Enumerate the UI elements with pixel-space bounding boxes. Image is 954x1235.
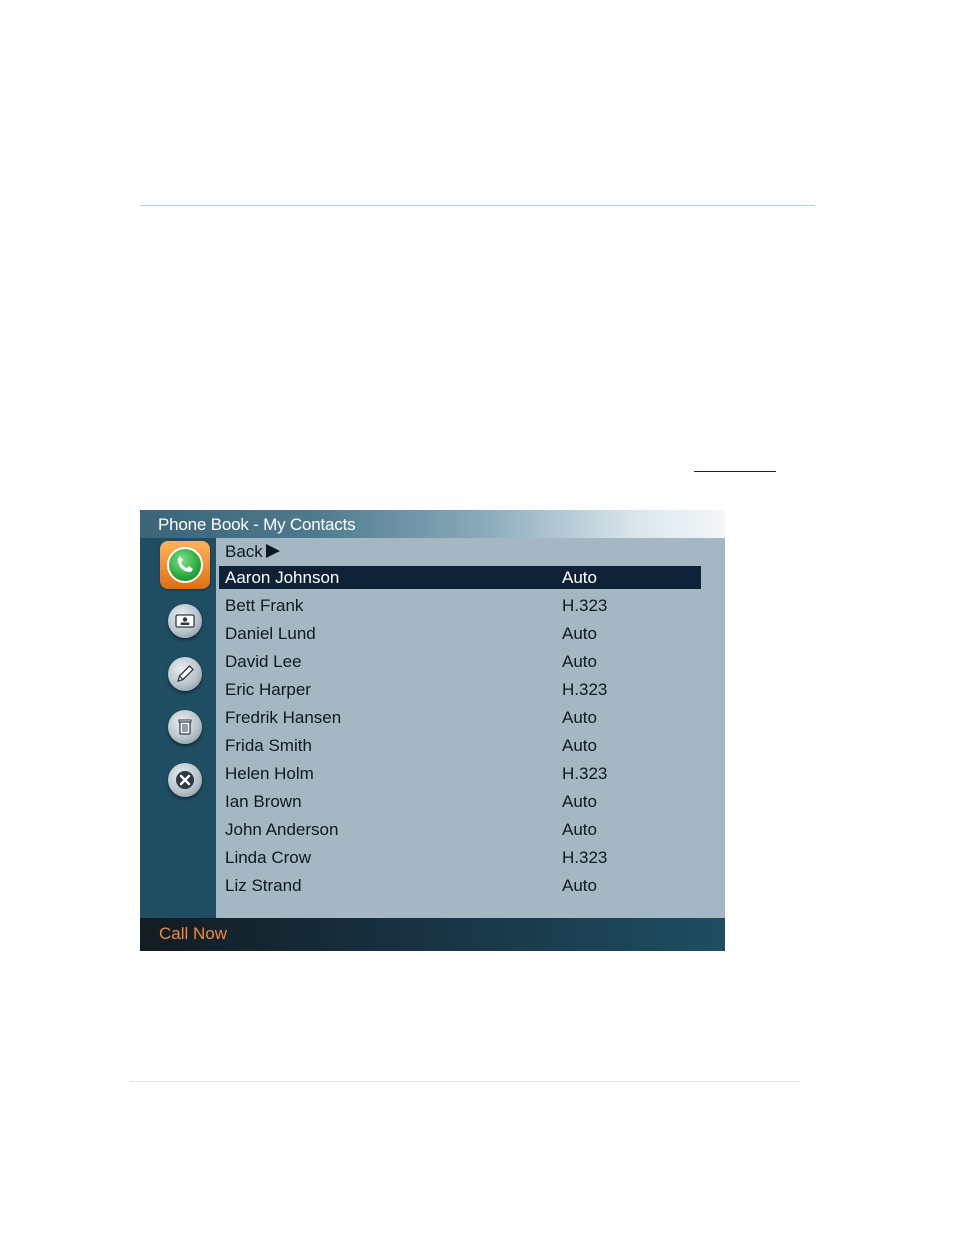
delete-trash-icon — [178, 719, 192, 735]
contact-protocol: Auto — [562, 624, 597, 643]
contact-name: Helen Holm — [225, 764, 314, 783]
edit-pencil-icon — [177, 665, 194, 682]
top-divider — [140, 205, 815, 206]
edit-button[interactable] — [168, 657, 202, 691]
contact-row[interactable]: Eric Harper H.323 — [219, 678, 701, 701]
contact-list: Back Aaron Johnson Auto Bett Frank H.323… — [216, 538, 725, 918]
contact-name: Bett Frank — [225, 596, 304, 615]
delete-button[interactable] — [168, 710, 202, 744]
contact-name: Daniel Lund — [225, 624, 316, 643]
play-arrow-icon — [265, 544, 280, 558]
call-button[interactable] — [160, 541, 210, 589]
contact-protocol: Auto — [562, 652, 597, 671]
contact-row[interactable]: Helen Holm H.323 — [219, 762, 701, 785]
contact-name: Liz Strand — [225, 876, 302, 895]
contact-protocol: H.323 — [562, 848, 608, 867]
contact-protocol: H.323 — [562, 596, 608, 615]
call-icon — [167, 547, 203, 583]
contact-name: Fredrik Hansen — [225, 708, 342, 727]
contact-protocol: Auto — [562, 820, 597, 839]
contact-name: Aaron Johnson — [225, 568, 340, 587]
window-title: Phone Book - My Contacts — [158, 515, 356, 534]
contact-row[interactable]: Bett Frank H.323 — [219, 594, 701, 617]
contact-card-icon — [175, 614, 195, 628]
contact-name: John Anderson — [225, 820, 339, 839]
title-bar: Phone Book - My Contacts — [140, 510, 725, 538]
contact-row[interactable]: Linda Crow H.323 — [219, 846, 701, 869]
contact-name: Ian Brown — [225, 792, 302, 811]
phone-book-screen: Phone Book - My Contacts Back Aaron John… — [140, 510, 725, 951]
status-bar: Call Now — [140, 918, 725, 951]
back-label: Back — [225, 542, 263, 561]
contact-protocol: Auto — [562, 568, 597, 587]
contact-row[interactable]: Aaron Johnson Auto — [219, 566, 701, 589]
contact-row[interactable]: Frida Smith Auto — [219, 734, 701, 757]
call-now-hint: Call Now — [159, 924, 228, 943]
contact-name: Eric Harper — [225, 680, 311, 699]
bottom-divider — [130, 1081, 800, 1082]
contact-row[interactable]: Liz Strand Auto — [219, 874, 701, 897]
contact-protocol: Auto — [562, 736, 597, 755]
contact-protocol: H.323 — [562, 764, 608, 783]
contact-protocol: Auto — [562, 876, 597, 895]
contact-name: David Lee — [225, 652, 302, 671]
contact-name: Frida Smith — [225, 736, 312, 755]
contact-name: Linda Crow — [225, 848, 311, 867]
contact-row[interactable]: Fredrik Hansen Auto — [219, 706, 701, 729]
contact-protocol: Auto — [562, 792, 597, 811]
contact-row[interactable]: Daniel Lund Auto — [219, 622, 701, 645]
close-button[interactable] — [168, 763, 202, 797]
contact-row[interactable]: John Anderson Auto — [219, 818, 701, 841]
contact-row[interactable]: Ian Brown Auto — [219, 790, 701, 813]
link-underline[interactable] — [694, 471, 776, 472]
contact-row[interactable]: David Lee Auto — [219, 650, 701, 673]
action-panel — [140, 538, 216, 918]
contact-protocol: Auto — [562, 708, 597, 727]
back-item[interactable]: Back — [219, 540, 701, 563]
contact-button[interactable] — [168, 604, 202, 638]
contact-protocol: H.323 — [562, 680, 608, 699]
close-icon — [176, 771, 194, 789]
